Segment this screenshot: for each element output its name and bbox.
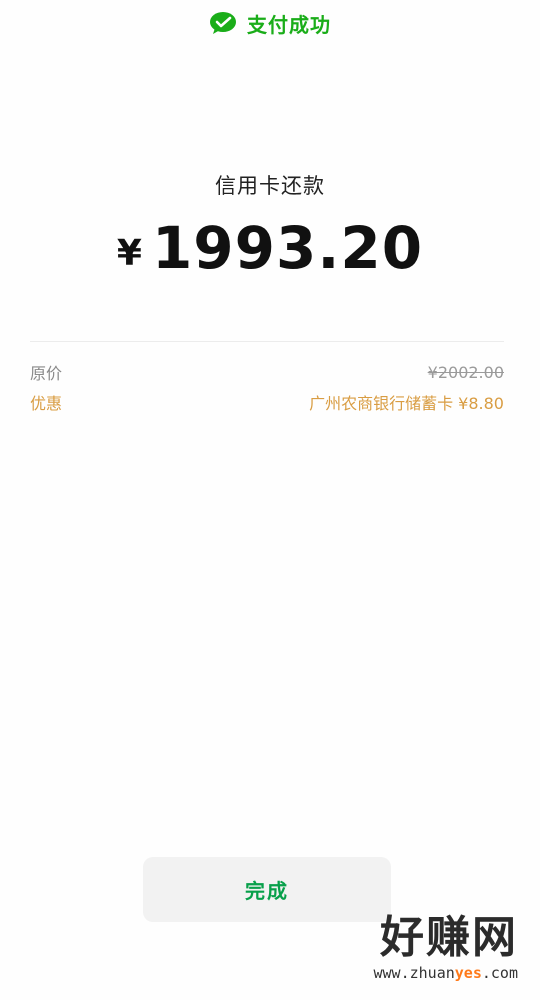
watermark: 好赚网 www.zhuanyes.com: [328, 912, 519, 984]
payment-purpose: 信用卡还款: [215, 174, 325, 198]
payment-amount: ¥1993.20: [0, 208, 540, 288]
wechat-pay-icon: [210, 12, 236, 34]
watermark-domain: www.zhuanyes.com: [328, 964, 519, 982]
original-price-row: 原价 ¥2002.00: [30, 360, 504, 384]
amount-value: 1993.20: [151, 214, 424, 282]
original-price-value: ¥2002.00: [427, 362, 504, 382]
discount-row: 优惠 广州农商银行储蓄卡 ¥8.80: [30, 390, 504, 414]
watermark-domain-prefix: www.zhuan: [373, 964, 455, 982]
discount-label: 优惠: [30, 394, 63, 413]
payment-success-title: 支付成功: [247, 12, 331, 37]
discount-value: 广州农商银行储蓄卡 ¥8.80: [309, 394, 504, 413]
watermark-domain-suffix: .com: [481, 964, 518, 982]
original-price-label: 原价: [30, 364, 63, 383]
divider: [30, 341, 504, 342]
status-header: 支付成功: [0, 8, 540, 38]
currency-symbol: ¥: [116, 233, 142, 274]
watermark-name: 好赚网: [380, 912, 518, 963]
watermark-domain-accent: yes: [454, 964, 482, 982]
